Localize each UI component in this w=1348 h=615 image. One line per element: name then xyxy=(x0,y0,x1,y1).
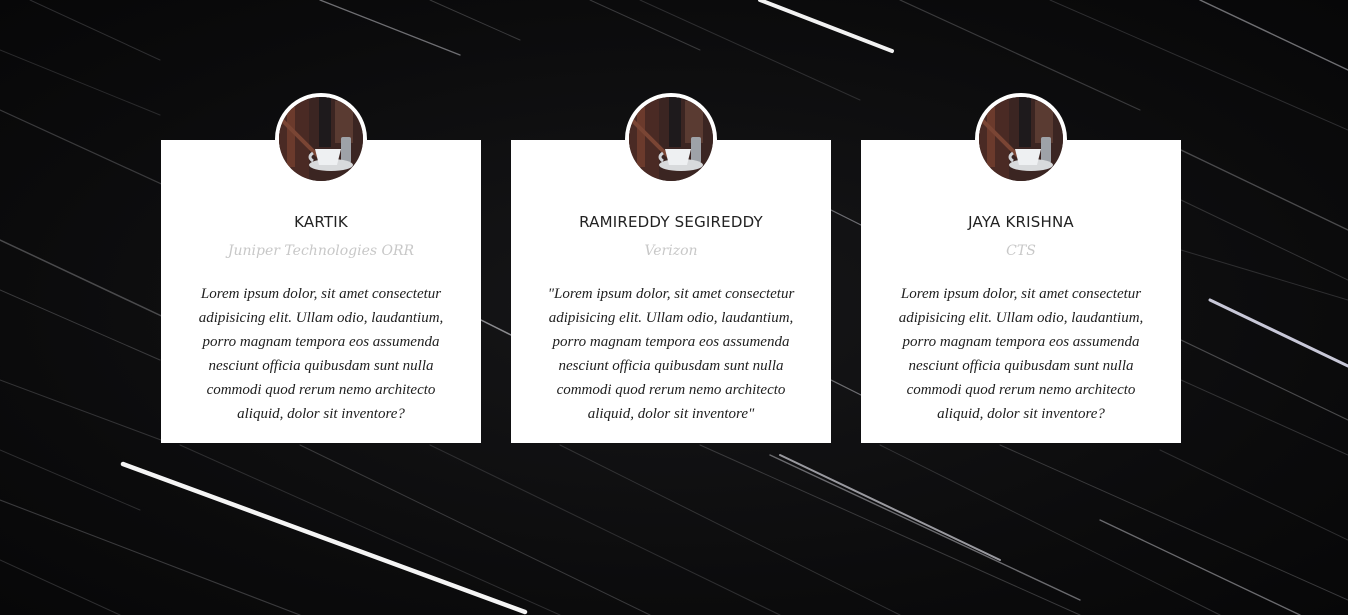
testimonial-quote: Lorem ipsum dolor, sit amet consectetur … xyxy=(898,286,1144,422)
testimonial-card: KARTIK Juniper Technologies ORR Lorem ip… xyxy=(161,93,481,443)
testimonial-quote: "Lorem ipsum dolor, sit amet consectetur… xyxy=(547,286,795,422)
avatar xyxy=(975,93,1067,185)
company-name: Juniper Technologies ORR xyxy=(227,243,415,259)
testimonial-quote: Lorem ipsum dolor, sit amet consectetur … xyxy=(198,286,444,422)
testimonials-section: KARTIK Juniper Technologies ORR Lorem ip… xyxy=(0,0,1348,615)
testimonial-card: RAMIREDDY SEGIREDDY Verizon "Lorem ipsum… xyxy=(511,93,831,443)
person-name: KARTIK xyxy=(294,213,348,231)
coffee-cup-photo-icon xyxy=(629,97,713,181)
avatar xyxy=(625,93,717,185)
person-name: JAYA KRISHNA xyxy=(968,213,1074,231)
person-name: RAMIREDDY SEGIREDDY xyxy=(579,213,763,231)
testimonial-card: JAYA KRISHNA CTS Lorem ipsum dolor, sit … xyxy=(861,93,1181,443)
avatar xyxy=(275,93,367,185)
company-name: CTS xyxy=(1006,243,1036,259)
coffee-cup-photo-icon xyxy=(979,97,1063,181)
company-name: Verizon xyxy=(644,243,698,259)
coffee-cup-photo-icon xyxy=(279,97,363,181)
